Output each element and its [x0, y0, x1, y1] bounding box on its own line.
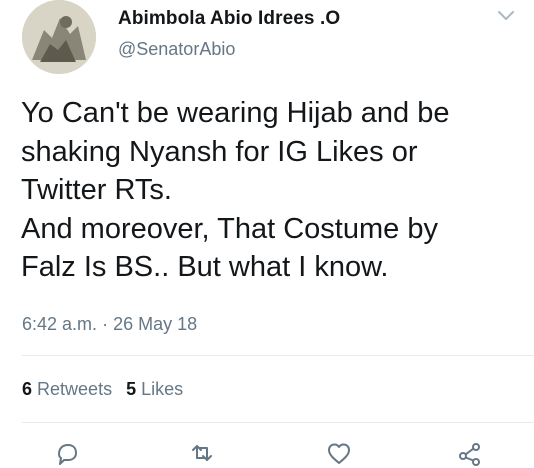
- retweet-icon[interactable]: [187, 438, 217, 468]
- divider: [22, 422, 534, 423]
- retweets-stat[interactable]: 6 Retweets: [22, 379, 112, 399]
- likes-stat[interactable]: 5 Likes: [126, 379, 183, 399]
- likes-label: Likes: [141, 379, 184, 399]
- tweet-detail: Abimbola Abio Idrees .O @SenatorAbio Yo …: [0, 0, 534, 466]
- retweets-label: Retweets: [37, 379, 113, 399]
- divider: [22, 355, 534, 356]
- tweet-text: Yo Can't be wearing Hijab and be shaking…: [21, 97, 450, 283]
- author-name[interactable]: Abimbola Abio Idrees .O: [118, 8, 340, 30]
- tweet-actions: [0, 434, 534, 466]
- tweet-time: 6:42 a.m.: [22, 314, 98, 334]
- avatar-image: [22, 0, 96, 74]
- chevron-down-icon[interactable]: [494, 4, 518, 28]
- author-handle[interactable]: @SenatorAbio: [118, 39, 235, 60]
- retweets-count: 6: [22, 379, 33, 399]
- tweet-timestamp[interactable]: 6:42 a.m. · 26 May 18: [22, 314, 197, 335]
- reply-icon[interactable]: [52, 438, 82, 468]
- share-icon[interactable]: [455, 438, 485, 468]
- heart-icon[interactable]: [324, 438, 354, 468]
- engagement-stats: 6 Retweets 5 Likes: [22, 379, 183, 400]
- likes-count: 5: [126, 379, 137, 399]
- meta-separator: ·: [102, 314, 109, 334]
- avatar[interactable]: [22, 0, 96, 74]
- tweet-date: 26 May 18: [113, 314, 198, 334]
